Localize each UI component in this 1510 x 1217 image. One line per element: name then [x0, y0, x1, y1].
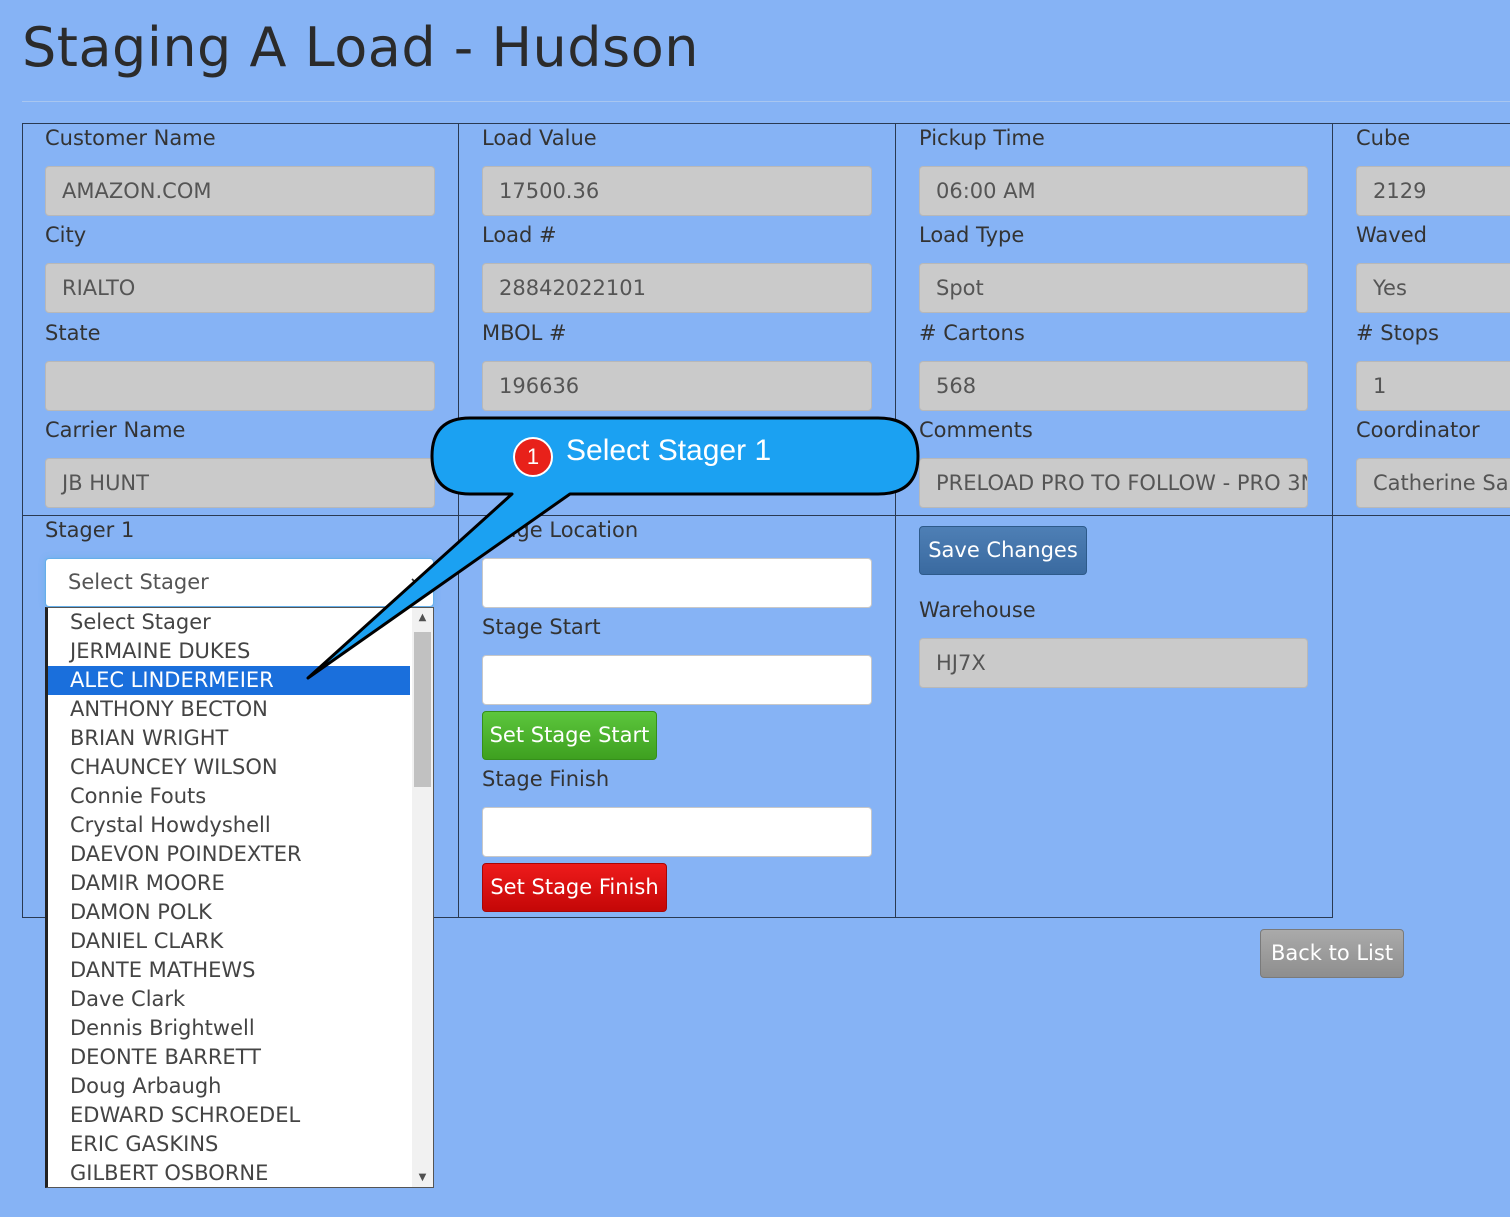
callout-bubble [306, 416, 920, 680]
step-badge: 1 [513, 437, 553, 477]
callout-text: Select Stager 1 [566, 434, 772, 467]
